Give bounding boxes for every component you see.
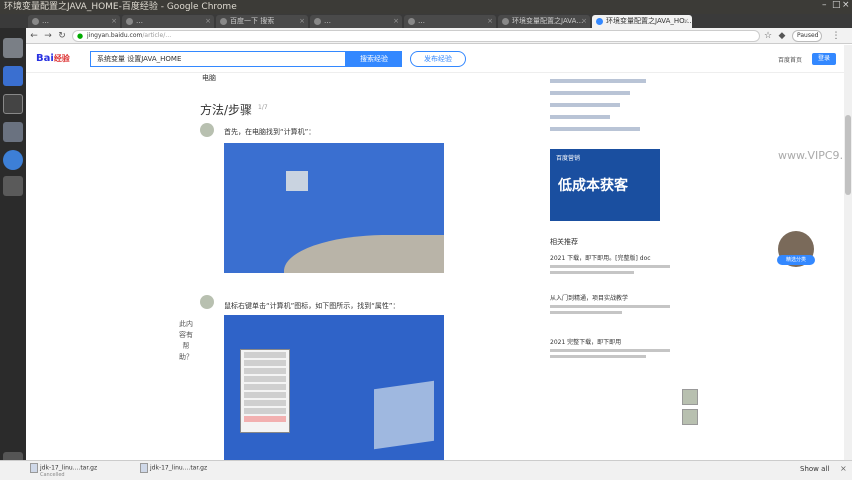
tab-5[interactable]: … × [404,15,496,28]
favicon-icon [502,18,509,25]
minimize-icon[interactable]: – [822,0,827,10]
file-icon [30,463,38,473]
page-scrollbar[interactable] [844,45,852,460]
related-item[interactable]: 2021 完整下载，即下即用 [550,337,670,358]
forward-icon[interactable]: → [42,30,54,42]
download-bar: jdk-17_linu....tar.gz Cancelled jdk-17_l… [0,460,852,480]
tab-1[interactable]: … × [28,15,120,28]
bookmark-star-icon[interactable]: ☆ [762,30,774,42]
tab-active[interactable]: 环境变量配置之JAVA_HO… × [592,15,692,28]
related-item[interactable]: 从入门到精通，项目实战教学 [550,293,670,314]
download-item[interactable]: jdk-17_linu....tar.gz [140,463,230,479]
step-1-bullet [200,123,214,137]
extension-icon[interactable]: ◆ [776,30,788,42]
ad-headline: 低成本获客 [558,178,628,194]
download-item[interactable]: jdk-17_linu....tar.gz Cancelled [30,463,120,479]
lock-icon: ● [77,32,84,40]
step-1-text: 首先，在电脑找到“计算机”： [224,128,316,136]
maximize-icon[interactable]: □ [832,0,841,10]
ad-banner[interactable]: 百度营销 低成本获客 [550,149,660,221]
sidebar-links [550,79,650,139]
show-all-downloads[interactable]: Show all [800,465,829,473]
post-experience-button[interactable]: 发布经验 [410,51,466,67]
close-icon[interactable]: × [842,0,850,10]
tab-label: … [42,17,49,25]
scroll-thumb[interactable] [845,115,851,195]
profile-paused-button[interactable]: Paused [792,30,822,42]
close-tab-icon[interactable]: × [393,15,399,28]
address-bar[interactable]: ● jingyan.baidu.com/article/… [72,30,760,42]
url-path: /article/… [142,32,172,39]
favicon-icon [126,18,133,25]
step-2-text: 鼠标右键单击“计算机”图标，如下图所示，找到“属性”： [224,302,400,310]
computer-desktop-icon [286,171,308,191]
file-icon [140,463,148,473]
favicon-icon [408,18,415,25]
tab-label: … [136,17,143,25]
favicon-icon [314,18,321,25]
tab-label: 百度一下 搜索 [230,17,275,25]
ubuntu-launcher [0,28,26,480]
search-input[interactable]: 系统变量 设置JAVA_HOME [90,51,346,67]
windows-logo [374,380,434,450]
favicon-icon [596,18,603,25]
share-tool-icon[interactable] [682,389,698,405]
web-page: Bai经验 系统变量 设置JAVA_HOME 搜索经验 发布经验 百度首页 登录… [26,45,852,460]
section-step-count: 1/7 [258,104,268,111]
search-button[interactable]: 搜索经验 [346,51,402,67]
related-title: 相关推荐 [550,238,578,246]
baidu-header: Bai经验 系统变量 设置JAVA_HOME 搜索经验 发布经验 百度首页 登录 [26,45,852,73]
step-2-bullet [200,295,214,309]
tab-3[interactable]: 百度一下 搜索 × [216,15,308,28]
back-to-top-icon[interactable] [682,409,698,425]
section-title: 方法/步骤 [200,103,253,117]
tab-label: 环境变量配置之JAVA_HO… [606,17,692,25]
baidu-home-link[interactable]: 百度首页 [778,55,802,64]
context-menu [240,349,290,433]
url-host: jingyan.baidu.com [87,32,143,39]
step-2-screenshot[interactable] [224,315,444,460]
tab-2[interactable]: … × [122,15,214,28]
app-icon[interactable] [3,176,23,196]
favicon-icon [220,18,227,25]
close-tab-icon[interactable]: × [299,15,305,28]
close-download-bar-icon[interactable]: × [840,464,847,473]
tab-6[interactable]: 环境变量配置之JAVA… × [498,15,590,28]
wallpaper-shape [284,235,444,273]
files-app-icon[interactable] [3,38,23,58]
tab-label: … [418,17,425,25]
paused-label: Paused [797,32,819,39]
settings-app-icon[interactable] [3,122,23,142]
window-title: 环境变量配置之JAVA_HOME-百度经验 - Google Chrome [0,0,852,14]
category-label: 电脑 [202,74,216,82]
download-status: Cancelled [40,472,65,478]
reload-icon[interactable]: ↻ [56,30,68,42]
ad-brand: 百度营销 [556,155,581,162]
tab-label: … [324,17,331,25]
float-widget-label[interactable]: 精选分类 [777,255,815,265]
tab-label: 环境变量配置之JAVA… [512,17,584,25]
browser-toolbar: ← → ↻ ● jingyan.baidu.com/article/… ☆ ◆ … [0,28,852,44]
related-item[interactable]: 2021 下载，即下即用。[完整版] doc [550,253,670,274]
close-tab-icon[interactable]: × [581,15,587,28]
tab-strip: … × … × 百度一下 搜索 × … × … × 环境变量配置之JAVA… × 环境变量配… [0,14,852,28]
close-tab-icon[interactable]: × [683,15,689,28]
close-tab-icon[interactable]: × [205,15,211,28]
terminal-icon[interactable] [3,94,23,114]
wps-writer-icon[interactable] [3,66,23,86]
tab-4[interactable]: … × [310,15,402,28]
watermark: www.VIPC9… [778,149,851,162]
chrome-app-icon[interactable] [3,150,23,170]
favicon-icon [32,18,39,25]
back-icon[interactable]: ← [28,30,40,42]
login-button[interactable]: 登录 [812,53,836,65]
close-tab-icon[interactable]: × [111,15,117,28]
step-1-screenshot[interactable] [224,143,444,273]
feedback-prompt[interactable]: 此内容有帮助？ [178,319,194,363]
baidu-jingyan-logo[interactable]: Bai经验 [36,53,70,64]
close-tab-icon[interactable]: × [487,15,493,28]
menu-icon[interactable]: ⋮ [830,30,842,42]
